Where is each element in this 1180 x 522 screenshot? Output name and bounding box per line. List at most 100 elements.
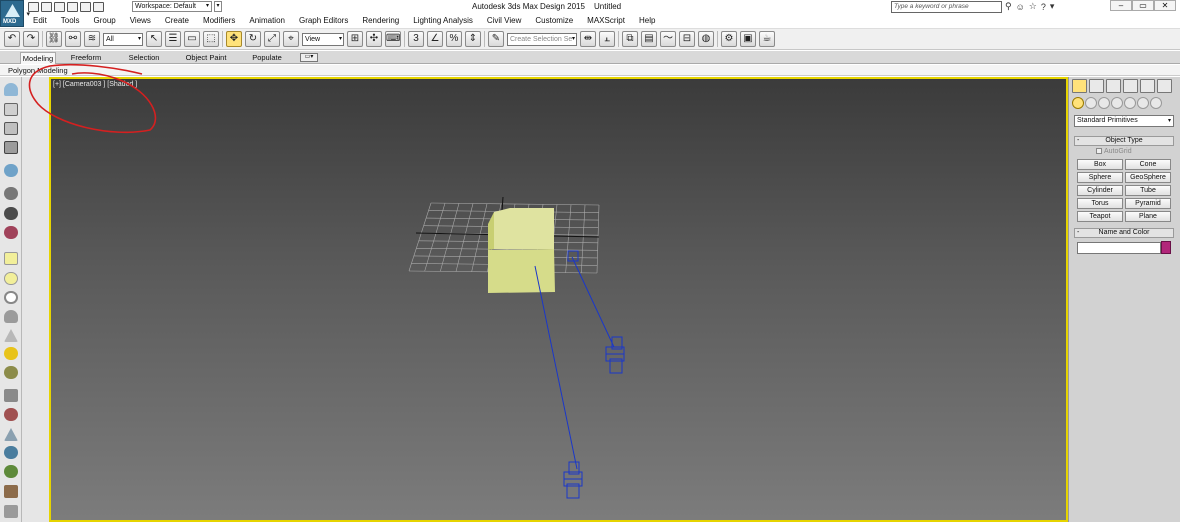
- edit-named-selection-icon[interactable]: ✎: [488, 31, 504, 47]
- name-and-color-rollout[interactable]: - Name and Color: [1074, 228, 1174, 238]
- keyboard-shortcut-override-icon[interactable]: ⌨: [385, 31, 401, 47]
- curve-editor-icon[interactable]: 〜: [660, 31, 676, 47]
- globe-icon[interactable]: [4, 446, 18, 459]
- menu-edit[interactable]: Edit: [26, 16, 54, 25]
- material-icon[interactable]: [4, 408, 18, 421]
- application-button[interactable]: MXD ▾: [0, 0, 30, 27]
- select-and-place-icon[interactable]: ⌖: [283, 31, 299, 47]
- select-and-scale-icon[interactable]: ⤢: [264, 31, 280, 47]
- binoculars-icon[interactable]: ⚲: [1005, 1, 1012, 12]
- sphere-button[interactable]: Sphere: [1077, 172, 1123, 183]
- autogrid-checkbox[interactable]: AutoGrid: [1096, 148, 1132, 155]
- graphite-toolbar-icon[interactable]: ▤: [641, 31, 657, 47]
- pivot-center-icon[interactable]: ⊞: [347, 31, 363, 47]
- lights-icon[interactable]: [1098, 97, 1110, 109]
- pyramid-button[interactable]: Pyramid: [1125, 198, 1171, 209]
- ribbon-minimize-button[interactable]: ▭▾: [300, 53, 318, 62]
- tab-object-paint[interactable]: Object Paint: [182, 52, 230, 64]
- menu-create[interactable]: Create: [158, 16, 196, 25]
- undo-icon[interactable]: ↶: [4, 31, 20, 47]
- tab-selection[interactable]: Selection: [124, 52, 164, 64]
- box-object[interactable]: [488, 208, 555, 293]
- motion-tab-icon[interactable]: [1123, 79, 1138, 93]
- list-icon[interactable]: [4, 141, 18, 154]
- create-tab-icon[interactable]: [1072, 79, 1087, 93]
- menu-group[interactable]: Group: [86, 16, 122, 25]
- helpers-icon[interactable]: [1124, 97, 1136, 109]
- menu-tools[interactable]: Tools: [54, 16, 87, 25]
- menu-maxscript[interactable]: MAXScript: [580, 16, 632, 25]
- menu-help[interactable]: Help: [632, 16, 662, 25]
- menu-modifiers[interactable]: Modifiers: [196, 16, 242, 25]
- close-button[interactable]: ✕: [1154, 0, 1176, 11]
- teapot-button[interactable]: Teapot: [1077, 211, 1123, 222]
- menu-civil-view[interactable]: Civil View: [480, 16, 529, 25]
- angle-snap-icon[interactable]: ∠: [427, 31, 443, 47]
- viewport-label[interactable]: [+] [Camera003 ] [Shaded ]: [53, 81, 137, 88]
- camera-viewport[interactable]: [+] [Camera003 ] [Shaded ]: [49, 77, 1068, 522]
- favorite-star-icon[interactable]: ☆: [1029, 1, 1037, 12]
- cone-button[interactable]: Cone: [1125, 159, 1171, 170]
- chevron-down-icon[interactable]: ▾: [1050, 1, 1055, 12]
- tab-freeform[interactable]: Freeform: [66, 52, 106, 64]
- layer-manager-icon[interactable]: ⧉: [622, 31, 638, 47]
- render-setup-icon[interactable]: ⚙: [721, 31, 737, 47]
- select-and-rotate-icon[interactable]: ↻: [245, 31, 261, 47]
- tools-icon[interactable]: [4, 389, 18, 402]
- sphere-primitive-icon[interactable]: [4, 272, 18, 285]
- select-object-icon[interactable]: ↖: [146, 31, 162, 47]
- hierarchy-tab-icon[interactable]: [1106, 79, 1121, 93]
- helper-icon[interactable]: [4, 226, 18, 239]
- sun-light-icon[interactable]: [4, 347, 18, 360]
- open-file-icon[interactable]: [41, 2, 52, 12]
- space-warps-icon[interactable]: [1137, 97, 1149, 109]
- help-icon[interactable]: ?: [1041, 2, 1046, 12]
- tab-populate[interactable]: Populate: [248, 52, 286, 64]
- user-icon[interactable]: ☺: [1016, 2, 1025, 12]
- menu-rendering[interactable]: Rendering: [355, 16, 406, 25]
- object-type-rollout[interactable]: - Object Type: [1074, 136, 1174, 146]
- mirror-icon[interactable]: ⇹: [580, 31, 596, 47]
- object-color-swatch[interactable]: [1161, 241, 1171, 254]
- unlink-icon[interactable]: ⚯: [65, 31, 81, 47]
- rectangular-selection-icon[interactable]: ▭: [184, 31, 200, 47]
- rendered-frame-window-icon[interactable]: ▣: [740, 31, 756, 47]
- systems-icon[interactable]: [1150, 97, 1162, 109]
- camera-003-icon[interactable]: [605, 336, 625, 374]
- teapot-icon[interactable]: [4, 83, 18, 96]
- percent-snap-icon[interactable]: %: [446, 31, 462, 47]
- redo-icon[interactable]: ↷: [23, 31, 39, 47]
- select-by-name-icon[interactable]: ☰: [165, 31, 181, 47]
- scene-explorer-icon[interactable]: [4, 103, 18, 116]
- menu-graph-editors[interactable]: Graph Editors: [292, 16, 355, 25]
- utilities-tab-icon[interactable]: [1157, 79, 1172, 93]
- material-editor-icon[interactable]: ◍: [698, 31, 714, 47]
- schematic-view-icon[interactable]: ⊟: [679, 31, 695, 47]
- box-icon[interactable]: [4, 252, 18, 265]
- primitive-type-dropdown[interactable]: Standard Primitives ▾: [1074, 115, 1174, 127]
- workspace-dropdown[interactable]: Workspace: Default ▾: [132, 1, 212, 12]
- object-name-field[interactable]: [1077, 242, 1161, 254]
- selection-filter-dropdown[interactable]: All ▾: [103, 32, 143, 46]
- sphere-icon[interactable]: [4, 164, 18, 177]
- teapot-primitive-icon[interactable]: [4, 310, 18, 323]
- menu-views[interactable]: Views: [123, 16, 158, 25]
- maximize-button[interactable]: ▭: [1132, 0, 1154, 11]
- geosphere-button[interactable]: GeoSphere: [1125, 172, 1171, 183]
- minimize-button[interactable]: –: [1110, 0, 1132, 11]
- tab-modeling[interactable]: Modeling: [20, 52, 56, 64]
- project-folder-icon[interactable]: [93, 2, 104, 12]
- box-button[interactable]: Box: [1077, 159, 1123, 170]
- select-and-move-icon[interactable]: ✥: [226, 31, 242, 47]
- camera-icon[interactable]: [4, 187, 18, 200]
- cylinder-button[interactable]: Cylinder: [1077, 185, 1123, 196]
- layer-icon[interactable]: [4, 122, 18, 135]
- bind-space-warp-icon[interactable]: ≋: [84, 31, 100, 47]
- reference-coordinate-dropdown[interactable]: View ▾: [302, 32, 344, 46]
- menu-animation[interactable]: Animation: [242, 16, 292, 25]
- save-file-icon[interactable]: [54, 2, 65, 12]
- cameras-icon[interactable]: [1111, 97, 1123, 109]
- snaps-toggle-icon[interactable]: 3: [408, 31, 424, 47]
- display-tab-icon[interactable]: [1140, 79, 1155, 93]
- populate-icon[interactable]: [4, 505, 18, 518]
